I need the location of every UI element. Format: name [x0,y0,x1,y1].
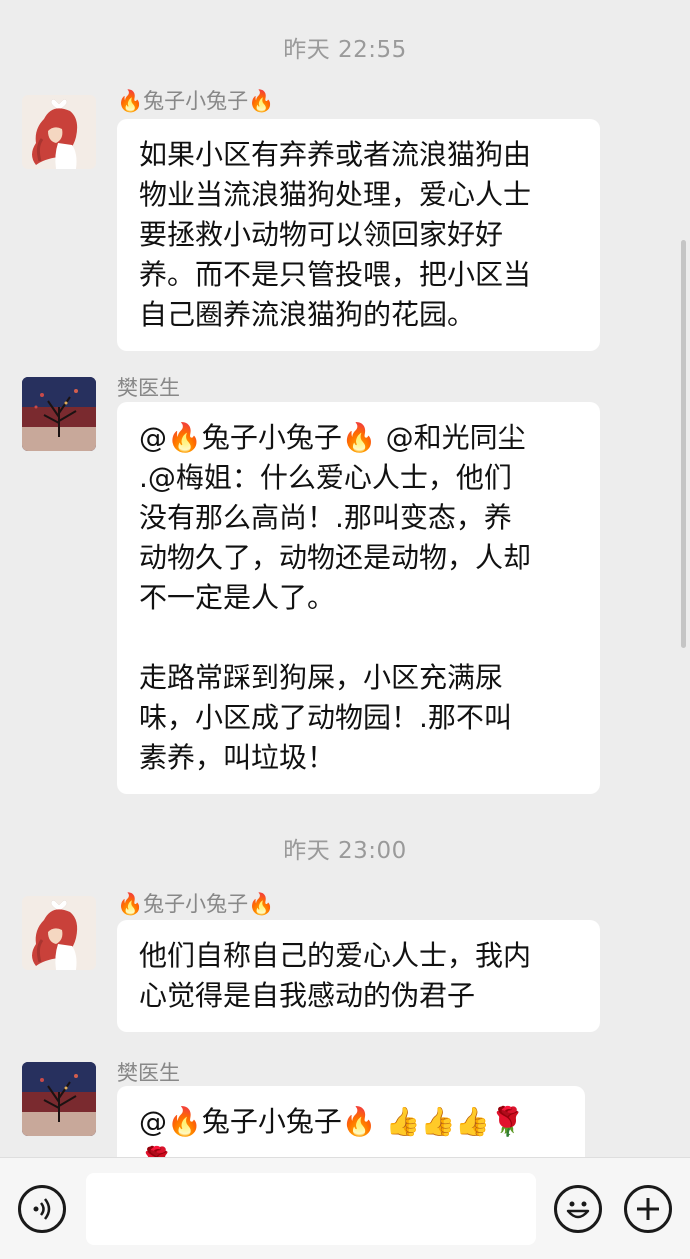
scrollbar[interactable] [681,240,686,648]
message-input[interactable] [86,1173,536,1245]
voice-icon [33,1198,51,1220]
plus-button[interactable] [624,1185,672,1233]
message-bubble[interactable]: @🔥兔子小兔子🔥 👍👍👍🌹 🌹 [117,1086,585,1157]
timestamp: 昨天 23:00 [283,838,407,864]
avatar-rabbit[interactable] [22,896,96,970]
avatar-rabbit[interactable] [22,95,96,169]
emoji-icon [566,1201,590,1219]
avatar-fan-doctor[interactable] [22,1062,96,1136]
chat-message-list[interactable]: 昨天 22:55 🔥兔子小兔子🔥 如果小区有弃养或者流浪猫狗由 物业当流浪猫狗处… [0,0,690,1157]
avatar-fan-doctor[interactable] [22,377,96,451]
message-bubble[interactable]: 如果小区有弃养或者流浪猫狗由 物业当流浪猫狗处理，爱心人士 要拯救小动物可以领回… [117,119,600,351]
message-bubble[interactable]: @🔥兔子小兔子🔥 @和光同尘 .@梅姐：什么爱心人士，他们 没有那么高尚！.那叫… [117,402,600,794]
timestamp: 昨天 22:55 [283,37,407,63]
chat-input-bar [0,1157,690,1259]
plus-icon [637,1198,659,1220]
message-bubble[interactable]: 他们自称自己的爱心人士，我内 心觉得是自我感动的伪君子 [117,920,600,1032]
sender-name: 樊医生 [117,376,180,400]
sender-name: 🔥兔子小兔子🔥 [117,892,275,916]
voice-button[interactable] [18,1185,66,1233]
emoji-button[interactable] [554,1185,602,1233]
sender-name: 樊医生 [117,1061,180,1085]
sender-name: 🔥兔子小兔子🔥 [117,89,275,113]
